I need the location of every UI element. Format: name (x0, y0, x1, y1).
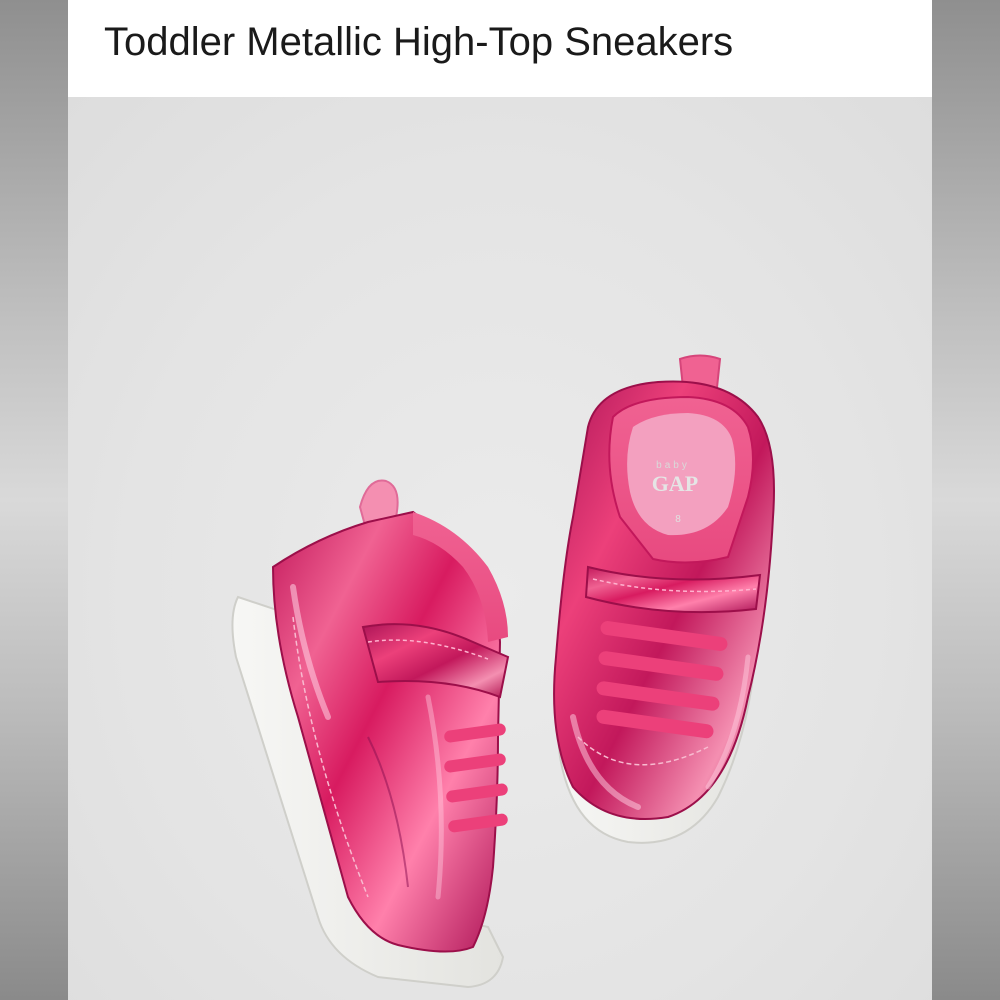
insole-size: 8 (675, 514, 681, 525)
insole-brand-logo: GAP (652, 471, 698, 496)
right-sneaker: baby GAP 8 (553, 354, 775, 844)
product-card: Toddler Metallic High-Top Sneakers baby … (68, 0, 932, 1000)
title-bar: Toddler Metallic High-Top Sneakers (68, 0, 932, 97)
sneakers-illustration: baby GAP 8 (231, 354, 775, 989)
product-title: Toddler Metallic High-Top Sneakers (104, 20, 734, 64)
right-frame-border (932, 0, 1000, 1000)
product-image[interactable]: baby GAP 8 (68, 97, 932, 1000)
left-frame-border (0, 0, 68, 1000)
left-sneaker (231, 479, 510, 989)
insole-brand-small: baby (656, 460, 690, 471)
